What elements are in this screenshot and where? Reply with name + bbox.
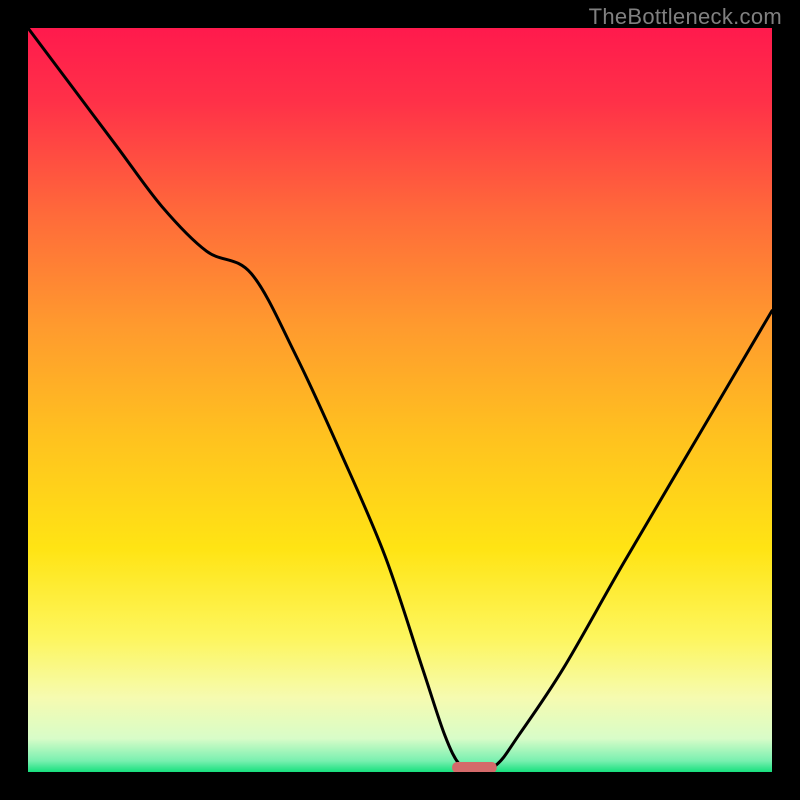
plot-area <box>28 28 772 772</box>
gradient-background <box>28 28 772 772</box>
bottleneck-chart <box>28 28 772 772</box>
watermark-text: TheBottleneck.com <box>589 4 782 30</box>
chart-frame: TheBottleneck.com <box>0 0 800 800</box>
sweet-spot-marker <box>452 762 497 772</box>
